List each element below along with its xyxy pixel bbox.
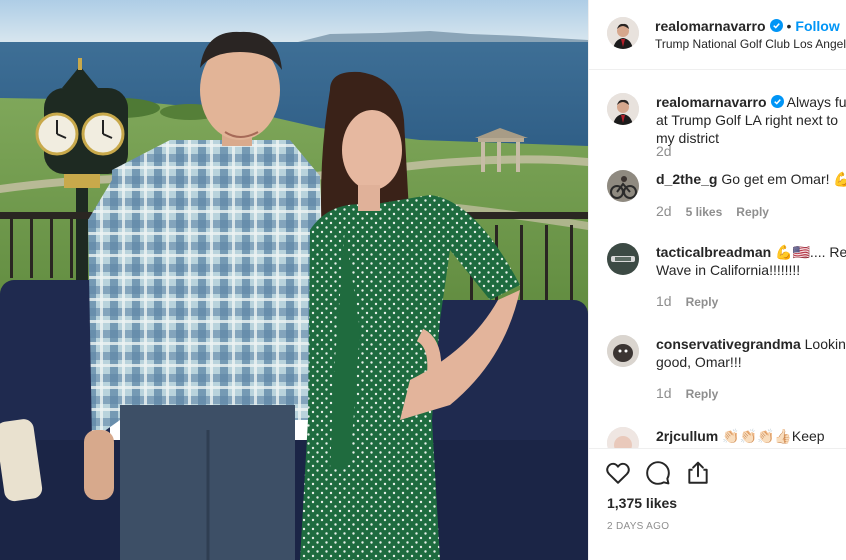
comment-body: Go get em Omar! 💪 (721, 171, 846, 187)
comment-age[interactable]: 2d (656, 203, 672, 219)
likes-count[interactable]: 1,375 likes (607, 495, 677, 511)
verified-badge-icon (770, 95, 784, 108)
avatar[interactable] (607, 243, 639, 275)
comment-username[interactable]: conservativegrandma (656, 336, 801, 352)
reply-button[interactable]: Reply (686, 387, 719, 401)
comment-text: conservativegrandma Looking good, Omar!!… (656, 335, 846, 371)
comment-username[interactable]: d_2the_g (656, 171, 717, 187)
separator-dot: • (786, 18, 792, 34)
heart-icon[interactable] (605, 460, 631, 486)
avatar[interactable] (607, 17, 639, 49)
avatar-image (607, 243, 639, 275)
comment-meta: 2d 5 likes Reply (656, 203, 783, 219)
post-author-line: realomarnavarro • Follow (655, 18, 840, 34)
comment-meta: 2d (656, 143, 686, 159)
comment-age[interactable]: 1d (656, 385, 672, 401)
comment-meta: 1d Reply (656, 385, 732, 401)
comment-username[interactable]: tacticalbreadman (656, 244, 771, 260)
username-link[interactable]: realomarnavarro (655, 18, 766, 34)
comment-icon[interactable] (645, 460, 671, 486)
post-sidebar: realomarnavarro • Follow Trump National Go… (588, 0, 846, 560)
reply-button[interactable]: Reply (686, 295, 719, 309)
comment-likes[interactable]: 5 likes (686, 205, 723, 219)
comment-username[interactable]: realomarnavarro (656, 94, 767, 110)
post-actions: 1,375 likes 2 DAYS AGO (589, 448, 846, 560)
photo-illustration (0, 0, 588, 560)
avatar-image (607, 17, 639, 49)
post-photo[interactable] (0, 0, 588, 560)
avatar-image (607, 335, 639, 367)
avatar[interactable] (607, 93, 639, 125)
location-link[interactable]: Trump National Golf Club Los Angeles (655, 37, 846, 51)
comment-age[interactable]: 1d (656, 293, 672, 309)
post-header: realomarnavarro • Follow Trump National Go… (589, 0, 846, 70)
post-date[interactable]: 2 DAYS AGO (607, 521, 669, 532)
comment-text: d_2the_g Go get em Omar! 💪 (656, 170, 846, 188)
avatar-image (607, 93, 639, 125)
follow-button[interactable]: Follow (795, 18, 839, 34)
reply-button[interactable]: Reply (736, 205, 769, 219)
comment-meta: 1d Reply (656, 293, 732, 309)
avatar[interactable] (607, 170, 639, 202)
avatar[interactable] (607, 335, 639, 367)
share-icon[interactable] (685, 460, 711, 486)
avatar-image (607, 170, 639, 202)
comment-text: tacticalbreadman 💪🇺🇸.... Red Wave in Cal… (656, 243, 846, 279)
verified-badge-icon (769, 19, 783, 32)
comment-text: realomarnavarro Always fun at Trump Golf… (656, 93, 846, 147)
comment-age[interactable]: 2d (656, 143, 672, 159)
comment-username[interactable]: 2rjcullum (656, 428, 718, 444)
